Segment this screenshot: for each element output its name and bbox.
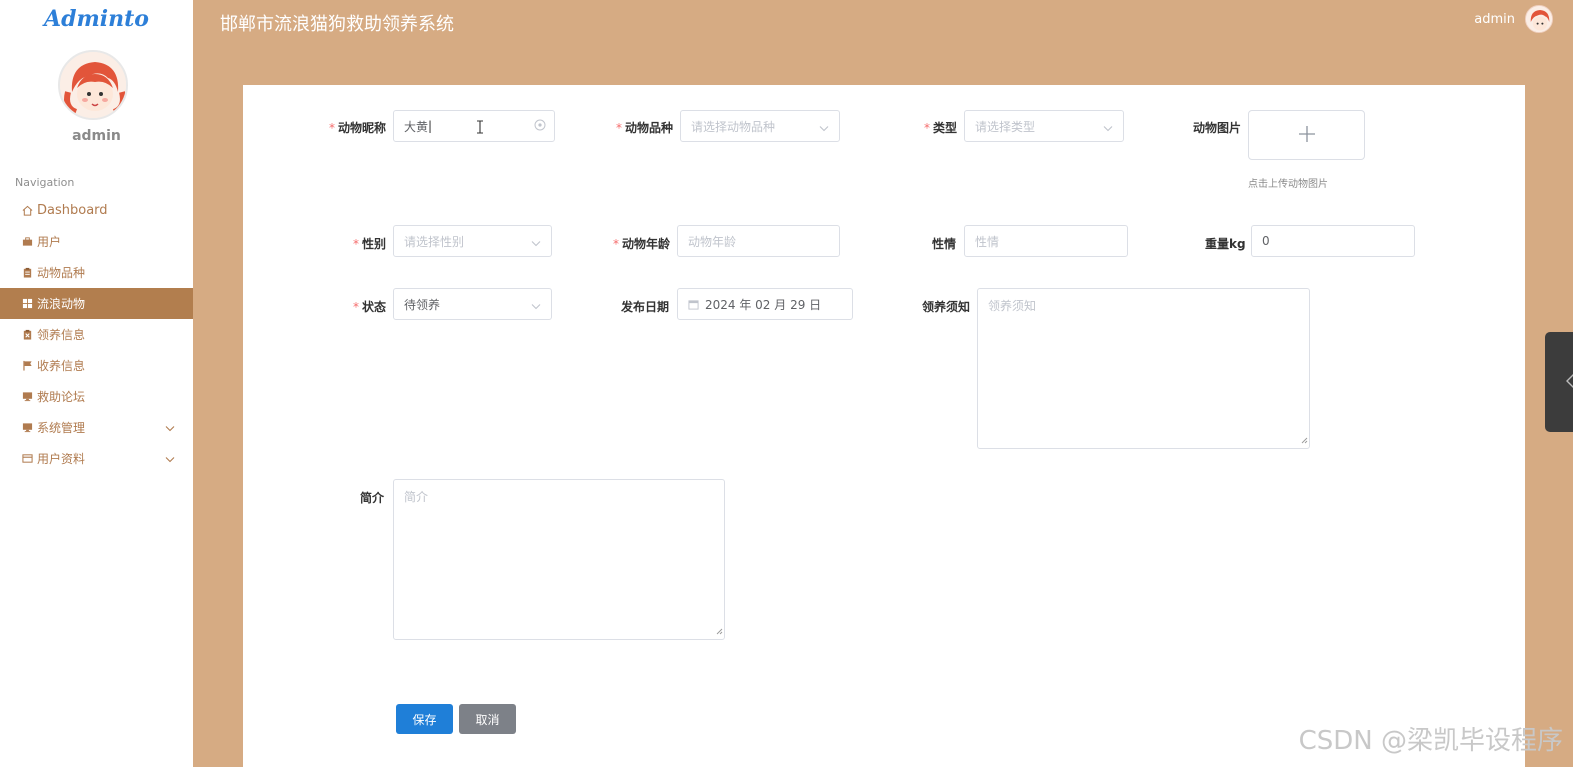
age-label: * 动物年龄 [613,237,671,251]
notice-textarea[interactable]: 领养须知 [977,288,1310,449]
app-logo[interactable]: Adminto [0,6,193,32]
resize-grip-icon[interactable] [1301,433,1308,447]
upload-tip: 点击上传动物图片 [1248,179,1328,190]
clipboard-x-icon [22,329,33,340]
sidebar-username: admin [72,128,121,144]
settings-drawer-tab[interactable] [1545,332,1573,432]
chevron-down-icon [531,236,541,250]
date-picker[interactable]: 2024 年 02 月 29 日 [677,288,853,320]
nav-title: Navigation [15,176,75,189]
text-cursor-icon [476,120,484,137]
status-label: * 状态 [353,300,387,314]
plus-icon [1298,125,1316,146]
status-select[interactable]: 待领养 [393,288,552,320]
sidebar-item-users[interactable]: 用户 [0,226,193,257]
gender-select[interactable]: 请选择性别 [393,225,552,257]
intro-placeholder: 简介 [404,490,429,504]
weight-label: 重量kg [1205,237,1246,251]
sidebar-item-forum[interactable]: 救助论坛 [0,381,193,412]
temper-placeholder: 性情 [975,234,1000,249]
sidebar-item-adoption-info[interactable]: 领养信息 [0,319,193,350]
sidebar-item-breeds[interactable]: 动物品种 [0,257,193,288]
gender-placeholder: 请选择性别 [404,234,465,249]
cancel-button[interactable]: 取消 [459,704,516,734]
name-input[interactable]: 大黄 | [393,110,555,142]
sidebar-item-label: 用户资料 [37,452,86,466]
header-username[interactable]: admin [1474,12,1515,27]
sidebar-item-label: 救助论坛 [37,390,86,404]
chevron-down-icon [165,421,175,435]
breed-select[interactable]: 请选择动物品种 [680,110,840,142]
temper-input[interactable]: 性情 [964,225,1128,257]
sidebar-item-stray-animals[interactable]: 流浪动物 [0,288,193,319]
age-input[interactable]: 动物年龄 [677,225,840,257]
image-upload[interactable] [1248,110,1365,160]
breed-label: * 动物品种 [616,121,674,135]
grid-icon [22,298,33,309]
intro-label: 简介 [360,491,385,505]
notice-placeholder: 领养须知 [988,299,1037,313]
weight-input[interactable]: 0 [1251,225,1415,257]
type-select[interactable]: 请选择类型 [964,110,1124,142]
briefcase-icon [22,236,33,247]
sidebar-nav: Dashboard 用户 动物品种 流浪动物 领养信息 收养信息 救助论坛 系统… [0,195,193,474]
resize-grip-icon[interactable] [716,624,723,638]
save-button[interactable]: 保存 [396,704,453,734]
sidebar-item-label: 动物品种 [37,266,86,280]
sidebar-item-label: Dashboard [37,203,108,218]
breed-placeholder: 请选择动物品种 [691,119,776,134]
form-panel: * 动物昵称 大黄 | * 动物品种 请选择动物品种 * 类型 请选择类型 动物图片 点… [243,85,1525,767]
gender-label: * 性别 [353,237,387,251]
card-icon [22,453,33,464]
date-value: 2024 年 02 月 29 日 [705,297,822,312]
sidebar-item-dashboard[interactable]: Dashboard [0,195,193,226]
page-title: 邯郸市流浪猫狗救助领养系统 [220,14,454,35]
age-placeholder: 动物年龄 [688,234,737,249]
sidebar: Adminto admin Navigation Dashboard 用户 动物… [0,0,193,767]
sidebar-item-label: 收养信息 [37,359,86,373]
date-label: 发布日期 [621,300,670,314]
monitor-icon [22,391,33,402]
chevron-down-icon [1103,121,1113,135]
chevron-down-icon [531,299,541,313]
sidebar-item-label: 用户 [37,235,62,249]
name-value: 大黄 [404,119,429,134]
chevron-down-icon [819,121,829,135]
sidebar-item-label: 系统管理 [37,421,86,435]
status-value: 待领养 [404,297,441,312]
type-placeholder: 请选择类型 [975,119,1036,134]
header-avatar[interactable] [1525,5,1553,33]
sidebar-item-profile[interactable]: 用户资料 [0,443,193,474]
weight-value: 0 [1262,234,1270,248]
type-label: * 类型 [924,121,958,135]
chevron-left-icon [1565,373,1573,392]
sidebar-item-system[interactable]: 系统管理 [0,412,193,443]
home-icon [22,205,33,216]
image-label: 动物图片 [1193,121,1242,135]
clipboard-icon [22,267,33,278]
sidebar-item-label: 领养信息 [37,328,86,342]
monitor-icon [22,422,33,433]
notice-label: 领养须知 [922,300,971,314]
chevron-down-icon [165,452,175,466]
sidebar-item-label: 流浪动物 [37,297,86,311]
watermark: CSDN @梁凯毕设程序 [1298,726,1563,756]
flag-icon [22,360,33,371]
sidebar-item-foster-info[interactable]: 收养信息 [0,350,193,381]
temper-label: 性情 [932,237,957,251]
calendar-icon [688,299,699,310]
sidebar-avatar[interactable] [58,50,128,120]
name-label: * 动物昵称 [329,121,387,135]
clear-icon[interactable] [534,119,546,134]
intro-textarea[interactable]: 简介 [393,479,725,640]
